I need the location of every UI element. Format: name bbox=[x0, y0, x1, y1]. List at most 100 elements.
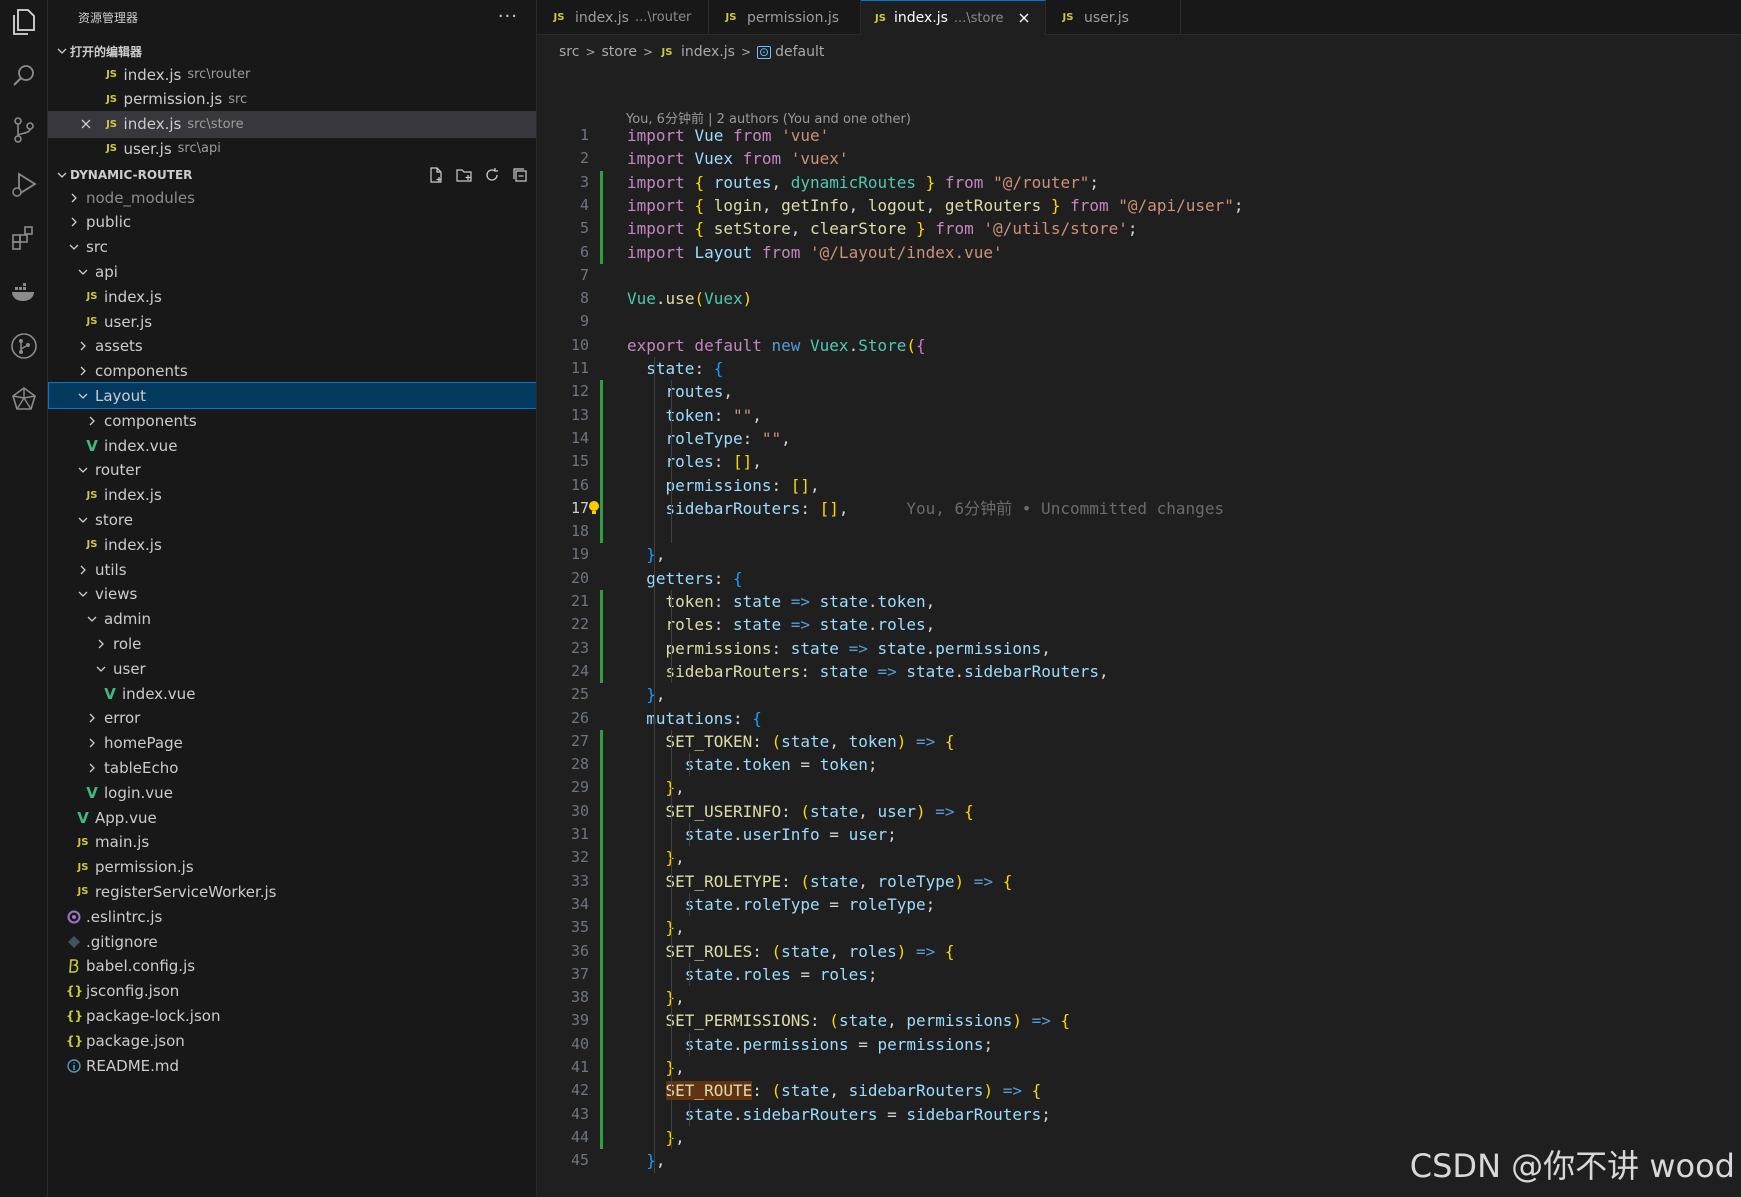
close-icon[interactable] bbox=[78, 116, 94, 132]
extensions-icon[interactable] bbox=[8, 222, 40, 254]
open-editor-item[interactable]: JS permission.js src bbox=[48, 86, 536, 113]
code-line[interactable]: state.token = token; bbox=[627, 753, 878, 776]
explorer-icon[interactable] bbox=[8, 6, 40, 38]
code-line[interactable]: mutations: { bbox=[627, 707, 762, 730]
tree-folder[interactable]: user bbox=[48, 655, 536, 682]
tab-user-js[interactable]: JS user.js bbox=[1046, 0, 1181, 35]
code-line[interactable]: import { login, getInfo, logout, getRout… bbox=[627, 194, 1244, 217]
source-control-icon[interactable] bbox=[8, 114, 40, 146]
tree-file[interactable]: .eslintrc.js bbox=[48, 903, 536, 930]
code-line[interactable]: state: { bbox=[627, 357, 723, 380]
code-line[interactable]: import { routes, dynamicRoutes } from "@… bbox=[627, 171, 1099, 194]
tree-file[interactable]: babel.config.js bbox=[48, 953, 536, 980]
code-line[interactable]: token: "", bbox=[627, 404, 762, 427]
tree-folder[interactable]: components bbox=[48, 407, 536, 434]
code-line[interactable]: SET_ROUTE: (state, sidebarRouters) => { bbox=[627, 1079, 1041, 1102]
code-line[interactable]: SET_TOKEN: (state, token) => { bbox=[627, 730, 955, 753]
code-line[interactable]: state.roles = roles; bbox=[627, 963, 878, 986]
tree-folder[interactable]: api bbox=[48, 258, 536, 285]
breadcrumb-src[interactable]: src bbox=[559, 44, 579, 60]
tree-folder[interactable]: public bbox=[48, 209, 536, 236]
code-line[interactable]: state.userInfo = user; bbox=[627, 823, 897, 846]
tab-permission-js[interactable]: JS permission.js bbox=[709, 0, 861, 35]
tree-file[interactable]: Vlogin.vue bbox=[48, 779, 536, 806]
code-line[interactable]: }, bbox=[627, 1126, 685, 1149]
new-folder-icon[interactable] bbox=[455, 166, 473, 184]
git-graph-icon[interactable] bbox=[8, 330, 40, 362]
open-editors-header[interactable]: 打开的编辑器 bbox=[48, 40, 536, 62]
code-line[interactable]: export default new Vuex.Store({ bbox=[627, 334, 926, 357]
new-file-icon[interactable] bbox=[427, 166, 445, 184]
tree-file[interactable]: V App.vue bbox=[48, 804, 536, 831]
close-icon[interactable] bbox=[1016, 10, 1032, 26]
close-icon[interactable] bbox=[78, 67, 94, 83]
tree-folder[interactable]: utils bbox=[48, 556, 536, 583]
tree-folder[interactable]: role bbox=[48, 630, 536, 657]
open-editor-item[interactable]: JS index.js src\store bbox=[48, 110, 536, 138]
tree-folder[interactable]: Layout bbox=[48, 382, 536, 410]
more-actions-button[interactable]: ··· bbox=[498, 6, 518, 27]
code-line[interactable]: }, bbox=[627, 1056, 685, 1079]
tree-file[interactable]: JS registerServiceWorker.js bbox=[48, 878, 536, 905]
code-line[interactable]: token: state => state.token, bbox=[627, 590, 936, 613]
tree-folder[interactable]: homePage bbox=[48, 730, 536, 757]
tree-file[interactable]: JS main.js bbox=[48, 829, 536, 856]
code-line[interactable]: Vue.use(Vuex) bbox=[627, 287, 752, 310]
tree-file[interactable]: JS permission.js bbox=[48, 854, 536, 881]
code-line[interactable]: roles: state => state.roles, bbox=[627, 613, 936, 636]
code-line[interactable]: routes, bbox=[627, 380, 733, 403]
breadcrumb-file[interactable]: index.js bbox=[681, 44, 735, 60]
close-icon[interactable] bbox=[78, 141, 94, 157]
open-editor-item[interactable]: JS user.js src\api bbox=[48, 135, 536, 162]
code-line[interactable]: import Vuex from 'vuex' bbox=[627, 147, 849, 170]
tree-file[interactable]: JS index.js bbox=[48, 283, 536, 310]
tree-folder[interactable]: views bbox=[48, 581, 536, 608]
code-line[interactable]: import Vue from 'vue' bbox=[627, 124, 829, 147]
breadcrumb-symbol[interactable]: default bbox=[775, 44, 824, 60]
tree-file[interactable]: README.md bbox=[48, 1052, 536, 1079]
open-editor-item[interactable]: JS index.js src\router bbox=[48, 61, 536, 88]
code-line[interactable]: }, bbox=[627, 683, 665, 706]
tab-index-js[interactable]: JS index.js ...\store bbox=[861, 0, 1046, 35]
code-line[interactable]: }, bbox=[627, 543, 665, 566]
tree-folder[interactable]: error bbox=[48, 705, 536, 732]
tree-folder[interactable]: admin bbox=[48, 606, 536, 633]
tree-file[interactable]: Vindex.vue bbox=[48, 432, 536, 459]
collapse-all-icon[interactable] bbox=[511, 166, 529, 184]
refresh-icon[interactable] bbox=[483, 166, 501, 184]
code-line[interactable]: }, bbox=[627, 986, 685, 1009]
code-line[interactable]: roles: [], bbox=[627, 450, 762, 473]
search-icon[interactable] bbox=[8, 60, 40, 92]
tree-folder[interactable]: src bbox=[48, 234, 536, 261]
tree-folder[interactable]: router bbox=[48, 457, 536, 484]
remote-explorer-icon[interactable] bbox=[8, 384, 40, 416]
code-editor[interactable]: You, 6分钟前 | 2 authors (You and one other… bbox=[537, 68, 1741, 1197]
tree-folder[interactable]: assets bbox=[48, 333, 536, 360]
tree-file[interactable]: JS index.js bbox=[48, 482, 536, 509]
run-debug-icon[interactable] bbox=[8, 168, 40, 200]
code-line[interactable]: roleType: "", bbox=[627, 427, 791, 450]
code-line[interactable]: }, bbox=[627, 846, 685, 869]
code-line[interactable]: }, bbox=[627, 776, 685, 799]
tree-file[interactable]: {} jsconfig.json bbox=[48, 978, 536, 1005]
tree-folder[interactable]: components bbox=[48, 358, 536, 385]
code-line[interactable]: permissions: [], bbox=[627, 474, 820, 497]
tree-folder[interactable]: node_modules bbox=[48, 184, 536, 211]
code-line[interactable]: SET_ROLES: (state, roles) => { bbox=[627, 940, 955, 963]
project-header[interactable]: DYNAMIC-ROUTER bbox=[48, 164, 536, 186]
tree-file[interactable]: Vindex.vue bbox=[48, 680, 536, 707]
code-line[interactable]: getters: { bbox=[627, 567, 742, 590]
tab-index-js[interactable]: JS index.js ...\router bbox=[537, 0, 709, 35]
code-line[interactable]: state.permissions = permissions; bbox=[627, 1033, 993, 1056]
code-line[interactable]: import { setStore, clearStore } from '@/… bbox=[627, 217, 1138, 240]
code-line[interactable]: }, bbox=[627, 916, 685, 939]
code-line[interactable]: permissions: state => state.permissions, bbox=[627, 637, 1051, 660]
close-icon[interactable] bbox=[78, 91, 94, 107]
tree-folder[interactable]: tableEcho bbox=[48, 754, 536, 781]
tree-folder[interactable]: store bbox=[48, 506, 536, 533]
code-line[interactable]: SET_USERINFO: (state, user) => { bbox=[627, 800, 974, 823]
docker-icon[interactable] bbox=[8, 276, 40, 308]
inline-blame[interactable]: You, 6分钟前 • Uncommitted changes bbox=[849, 499, 1224, 518]
tree-file[interactable]: JS index.js bbox=[48, 531, 536, 558]
tree-file[interactable]: JS user.js bbox=[48, 308, 536, 335]
